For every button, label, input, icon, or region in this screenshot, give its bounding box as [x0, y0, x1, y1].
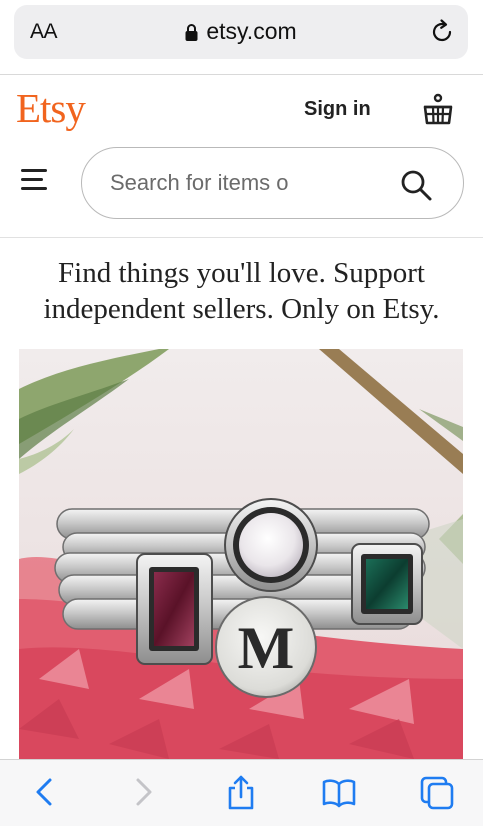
- browser-address-bar: AA etsy.com: [0, 0, 483, 72]
- reload-icon[interactable]: [428, 18, 456, 46]
- search-input[interactable]: [110, 166, 390, 200]
- url-field[interactable]: AA etsy.com: [14, 5, 468, 59]
- tabs-icon[interactable]: [420, 774, 454, 810]
- tagline-line-2: independent sellers. Only on Etsy.: [43, 293, 440, 325]
- url-display[interactable]: etsy.com: [14, 18, 468, 45]
- bookmarks-icon[interactable]: [322, 774, 356, 810]
- share-icon[interactable]: [224, 774, 258, 810]
- basket-icon[interactable]: [421, 92, 455, 126]
- etsy-logo[interactable]: Etsy: [16, 84, 86, 132]
- browser-divider: [0, 74, 483, 75]
- lock-icon: [185, 24, 198, 41]
- browser-toolbar: [0, 759, 483, 826]
- hero-image[interactable]: M: [19, 349, 463, 759]
- tagline-line-1: Find things you'll love. Support: [58, 257, 425, 289]
- url-text: etsy.com: [206, 18, 297, 44]
- ring-initial: M: [238, 615, 295, 681]
- header-divider: [0, 237, 483, 238]
- rings-photo: M: [19, 349, 463, 759]
- back-icon[interactable]: [28, 774, 62, 810]
- search-icon[interactable]: [399, 168, 433, 202]
- search-bar: [81, 147, 464, 219]
- menu-icon[interactable]: [21, 169, 51, 193]
- sign-in-link[interactable]: Sign in: [304, 98, 371, 121]
- hero-tagline: Find things you'll love. Support indepen…: [10, 255, 473, 327]
- forward-icon[interactable]: [126, 774, 160, 810]
